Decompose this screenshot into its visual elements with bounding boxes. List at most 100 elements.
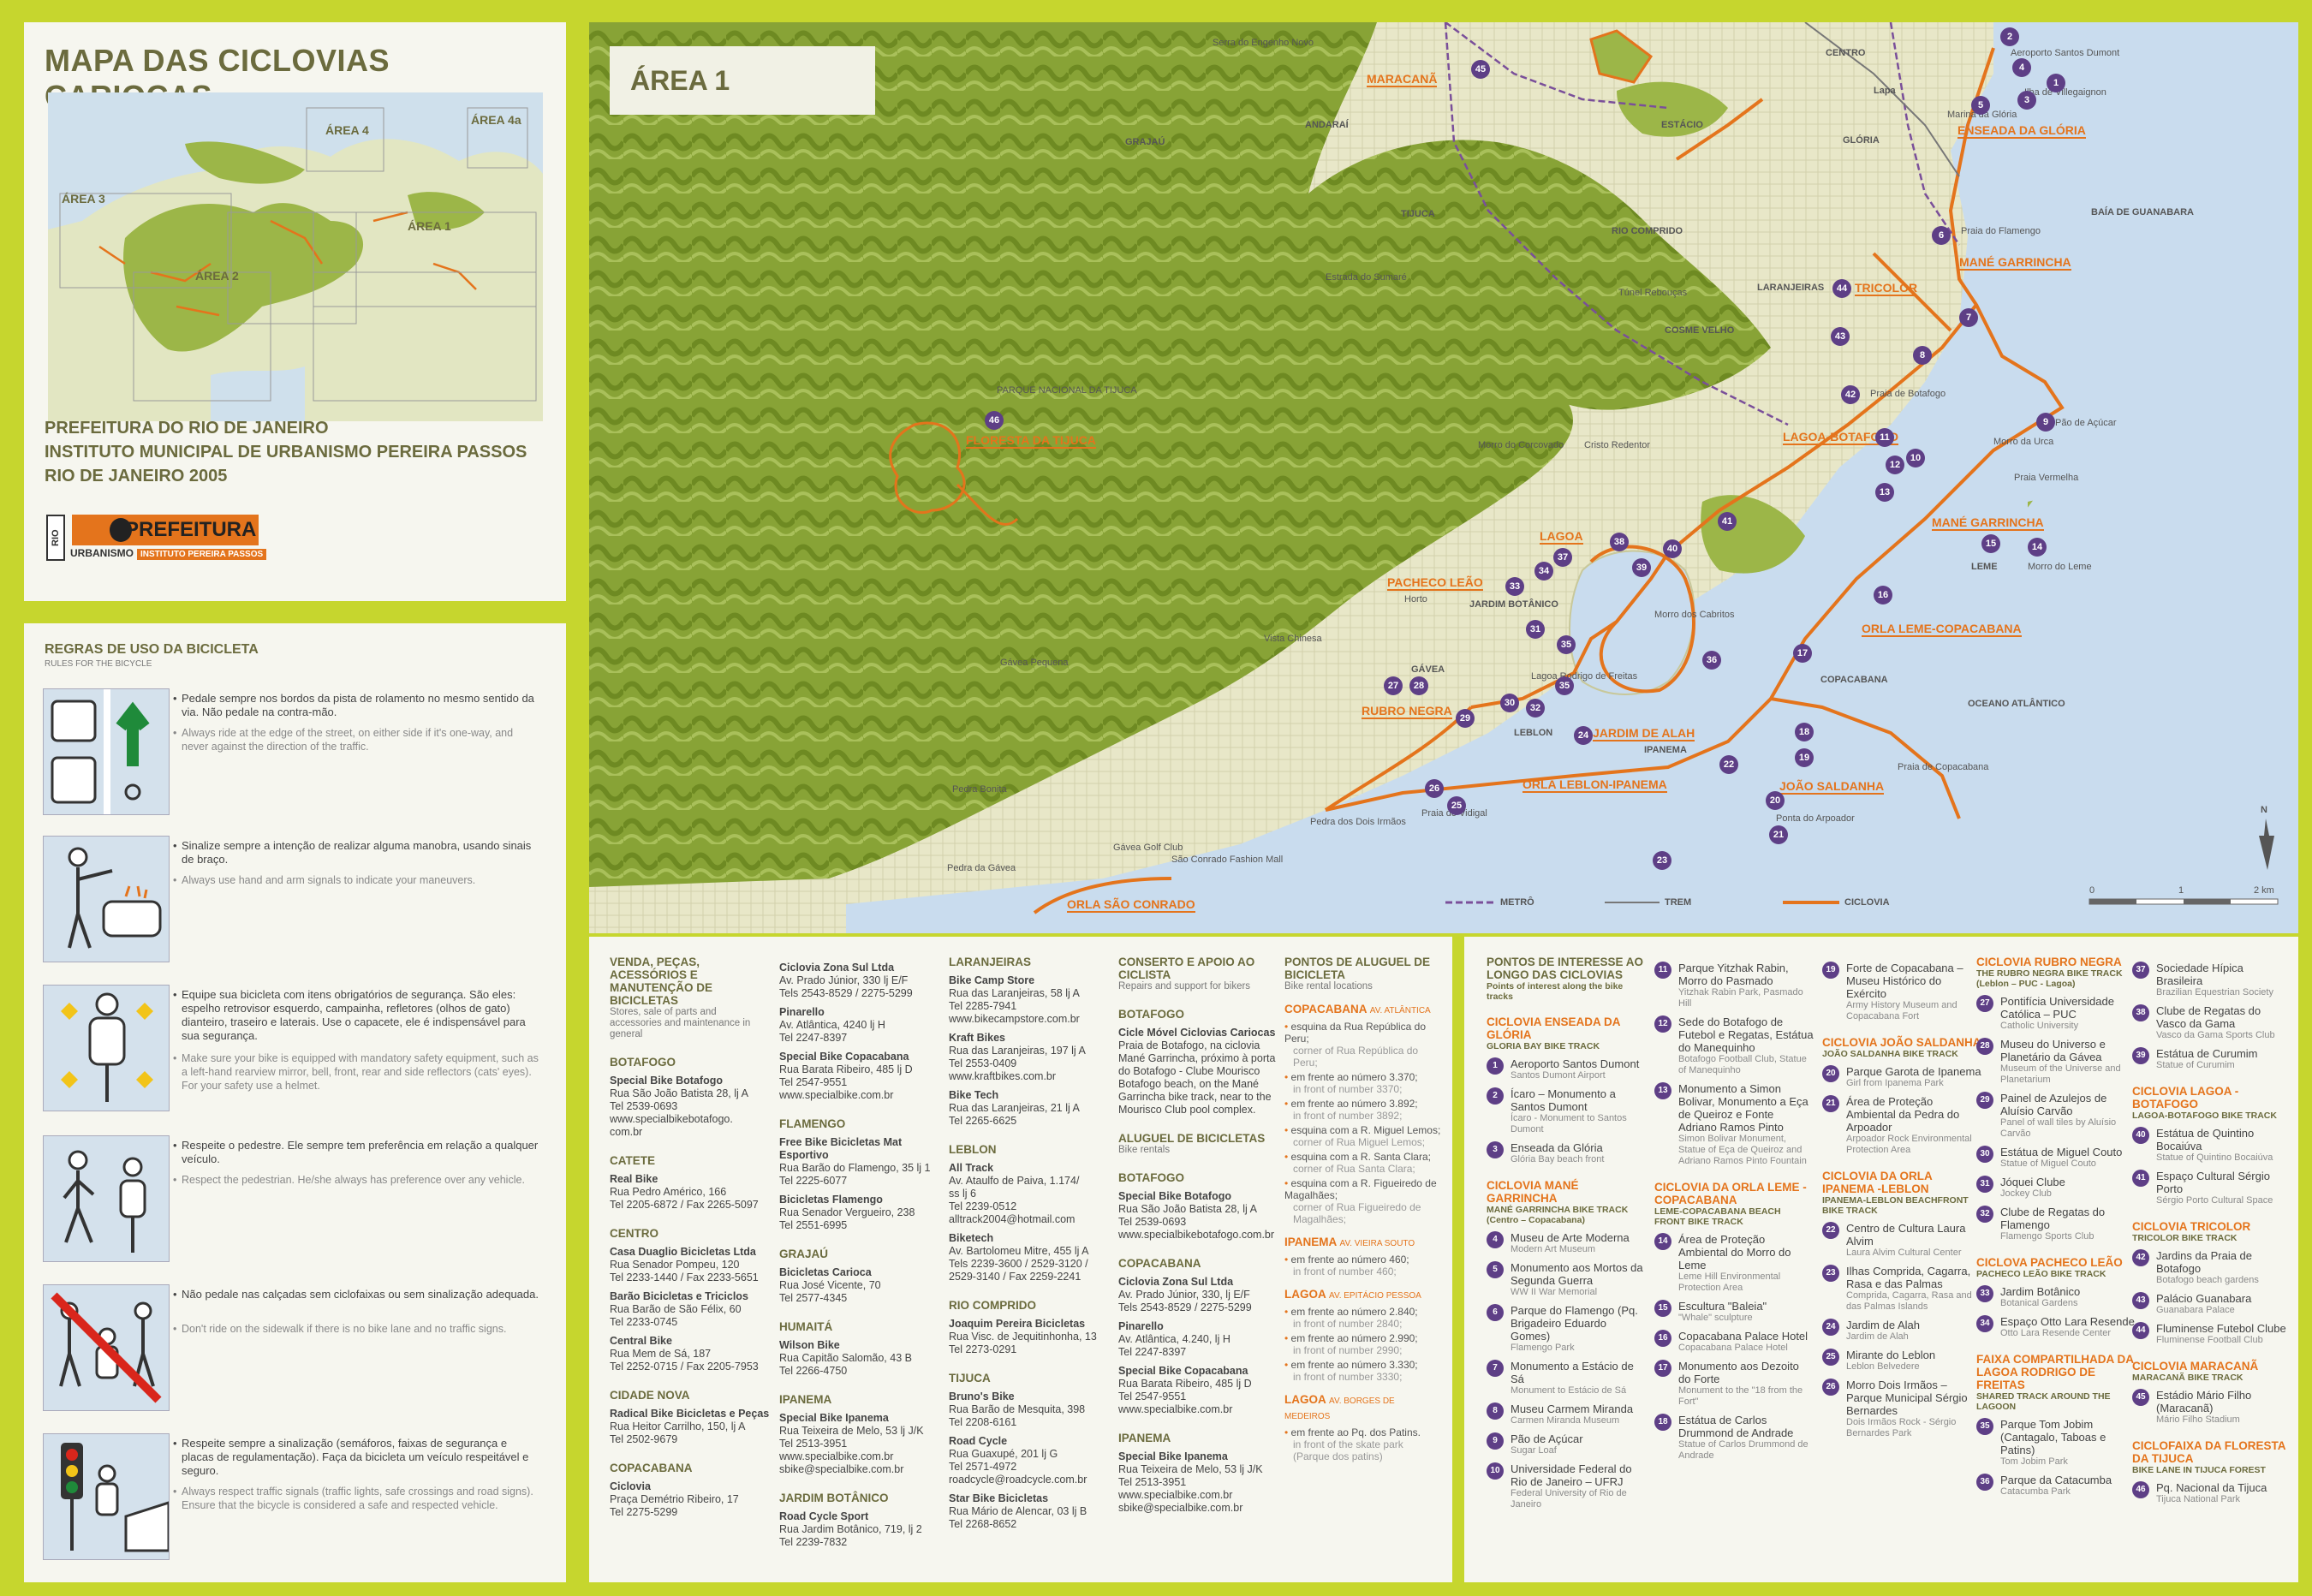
poi-pin-44[interactable]: 44 [1832,279,1851,298]
shop-details: Rua Senador Vergueiro, 238 Tel 2551-6995 [779,1206,915,1231]
shop-details: Rua Senador Pompeu, 120 Tel 2233-1440 / F… [610,1259,759,1283]
poi-name-en: Mário Filho Stadium [2156,1414,2240,1425]
poi-pin-32[interactable]: 32 [1526,699,1545,718]
poi-pin-31[interactable]: 31 [1526,620,1545,639]
route-rubro-negra[interactable]: RUBRO NEGRA [1362,704,1452,719]
poi-pin-27[interactable]: 27 [1384,676,1403,695]
route-joao-saldanha[interactable]: JOÃO SALDANHA [1779,779,1885,795]
rental-location-en: in front of number 2840; [1293,1318,1403,1330]
poi-pin-42[interactable]: 42 [1841,385,1860,404]
poi-number-badge: 23 [1822,1265,1839,1282]
poi-name-en: WW II War Memorial [1511,1287,1598,1297]
overview-map[interactable]: ÁREA 4a ÁREA 4 ÁREA 3 ÁREA 1 ÁREA 2 [48,92,543,421]
poi-entry: 44 Fluminense Futebol Clube Fluminense Foo… [2132,1322,2291,1346]
poi-entry: 17 Monumento aos Dezoito do Forte Monument… [1654,1360,1814,1408]
poi-pin-40[interactable]: 40 [1663,539,1682,558]
mini-area-4[interactable]: ÁREA 4 [325,123,369,137]
route-orla-leme-copacabana[interactable]: ORLA LEME-COPACABANA [1862,622,2022,637]
poi-pin-19[interactable]: 19 [1795,748,1814,767]
poi-pin-13[interactable]: 13 [1875,483,1894,502]
poi-pin-6[interactable]: 6 [1932,226,1951,245]
shop-name: Star Bike Bicicletas [949,1492,1049,1504]
section-heading-en: Bike rentals [1118,1145,1171,1155]
poi-col-5: 37 Sociedade Hípica Brasileira Brazilian E… [2132,956,2291,1505]
poi-entry: 41 Espaço Cultural Sérgio Porto Sérgio Por… [2132,1170,2291,1206]
poi-entry: 24 Jardim de Alah Jardim de Alah [1822,1319,1981,1343]
route-mane-garrincha[interactable]: MANÉ GARRINCHA [1959,255,2071,271]
poi-entry: 6 Parque do Flamengo (Pq. Brigadeiro Edua… [1487,1304,1646,1354]
poi-entry: 46 Pq. Nacional da Tijuca Tijuca National … [2132,1481,2291,1505]
section-heading: HUMAITÁ [779,1320,833,1333]
poi-pin-21[interactable]: 21 [1769,825,1788,844]
poi-pin-39[interactable]: 39 [1632,558,1651,577]
poi-pin-20[interactable]: 20 [1766,791,1785,810]
place-label: Morro do Leme [2028,562,2092,572]
route-orla-leblon-ipanema[interactable]: ORLA LEBLON-IPANEMA [1522,777,1667,793]
poi-pin-5[interactable]: 5 [1971,96,1990,115]
area-1-map[interactable]: ÁREA 1 MARACANÃ ENSEADA DA GLÓRIA FLORES… [589,22,2298,933]
poi-pin-33[interactable]: 33 [1505,577,1524,596]
route-mane-garrincha-2[interactable]: MANÉ GARRINCHA [1932,515,2044,531]
poi-pin-35[interactable]: 35 [1557,635,1576,654]
place-label: ANDARAÍ [1305,120,1349,130]
poi-entry: 11 Parque Yitzhak Rabin, Morro do Pasmado… [1654,962,1814,1009]
poi-pin-28[interactable]: 28 [1409,676,1428,695]
poi-pin-17[interactable]: 17 [1793,644,1812,663]
poi-pin-12[interactable]: 12 [1886,456,1904,474]
poi-pin-1[interactable]: 1 [2047,74,2065,92]
poi-pin-22[interactable]: 22 [1719,755,1738,774]
section-heading: COPACABANA [1118,1257,1201,1270]
rule-pt: Equipe sua bicicleta com itens obrigatór… [173,988,541,1043]
poi-pin-37[interactable]: 37 [1553,548,1572,567]
poi-pin-8[interactable]: 8 [1913,346,1932,365]
poi-pin-25[interactable]: 25 [1447,796,1466,815]
route-jardim-alah[interactable]: JARDIM DE ALAH [1593,726,1695,741]
poi-pin-30[interactable]: 30 [1500,694,1519,712]
route-orla-sao-conrado[interactable]: ORLA SÃO CONRADO [1067,897,1195,913]
poi-pin-2[interactable]: 2 [2000,27,2019,46]
poi-group-name-en: MANÉ GARRINCHA BIKE TRACK (Centro – Copa… [1487,1205,1629,1225]
mini-area-2[interactable]: ÁREA 2 [195,269,239,283]
shop-name: Road Cycle [949,1435,1008,1447]
mini-area-4a[interactable]: ÁREA 4a [471,113,521,127]
poi-pin-24[interactable]: 24 [1574,726,1593,745]
rule-item: Respeite sempre a sinalização (semáforos… [43,1433,557,1562]
poi-pin-36[interactable]: 36 [1702,651,1721,670]
poi-pin-7[interactable]: 7 [1959,308,1978,327]
mini-area-3[interactable]: ÁREA 3 [62,192,105,205]
poi-pin-26[interactable]: 26 [1425,779,1444,798]
poi-pin-43[interactable]: 43 [1831,327,1850,346]
rental-group-heading: LAGOA AV. EPITÁCIO PESSOA [1284,1288,1442,1303]
poi-pin-38[interactable]: 38 [1610,533,1629,551]
poi-entry: 1 Aeroporto Santos Dumont Santos Dumont Ai… [1487,1057,1646,1081]
poi-pin-18[interactable]: 18 [1795,723,1814,741]
poi-pin-41[interactable]: 41 [1718,512,1737,531]
poi-pin-15[interactable]: 15 [1981,534,2000,553]
poi-pin-46[interactable]: 46 [985,411,1004,430]
poi-pin-9[interactable]: 9 [2036,413,2055,432]
poi-pin-45[interactable]: 45 [1471,60,1490,79]
poi-name: Pq. Nacional da Tijuca [2156,1481,2267,1494]
route-maracana[interactable]: MARACANÃ [1367,72,1438,87]
section-heading: FLAMENGO [779,1117,846,1130]
rental-group-name: COPACABANA [1284,1003,1367,1015]
route-floresta-tijuca[interactable]: FLORESTA DA TIJUCA [966,433,1096,449]
poi-pin-11[interactable]: 11 [1875,428,1894,447]
route-enseada-gloria[interactable]: ENSEADA DA GLÓRIA [1957,123,2086,139]
poi-pin-29[interactable]: 29 [1456,709,1475,728]
poi-pin-10[interactable]: 10 [1906,449,1925,467]
mini-area-1[interactable]: ÁREA 1 [408,219,451,233]
shop-details: Rua Barata Ribeiro, 485 lj D Tel 2547-955… [1118,1378,1252,1415]
poi-pin-16[interactable]: 16 [1874,586,1892,604]
route-lagoa[interactable]: LAGOA [1540,529,1583,545]
shop-details: Rua Pedro Américo, 166 Tel 2205-6872 / Fa… [610,1186,759,1211]
poi-pin-34[interactable]: 34 [1534,562,1553,581]
poi-pin-14[interactable]: 14 [2028,538,2047,557]
poi-pin-35b[interactable]: 35 [1555,676,1574,695]
route-pacheco-leao[interactable]: PACHECO LEÃO [1387,575,1483,591]
poi-name-en: Ícaro - Monument to Santos Dumont [1511,1113,1627,1134]
poi-pin-4[interactable]: 4 [2012,58,2031,77]
poi-pin-23[interactable]: 23 [1653,851,1671,870]
route-tricolor[interactable]: TRICOLOR [1855,281,1918,296]
poi-pin-3[interactable]: 3 [2017,91,2036,110]
